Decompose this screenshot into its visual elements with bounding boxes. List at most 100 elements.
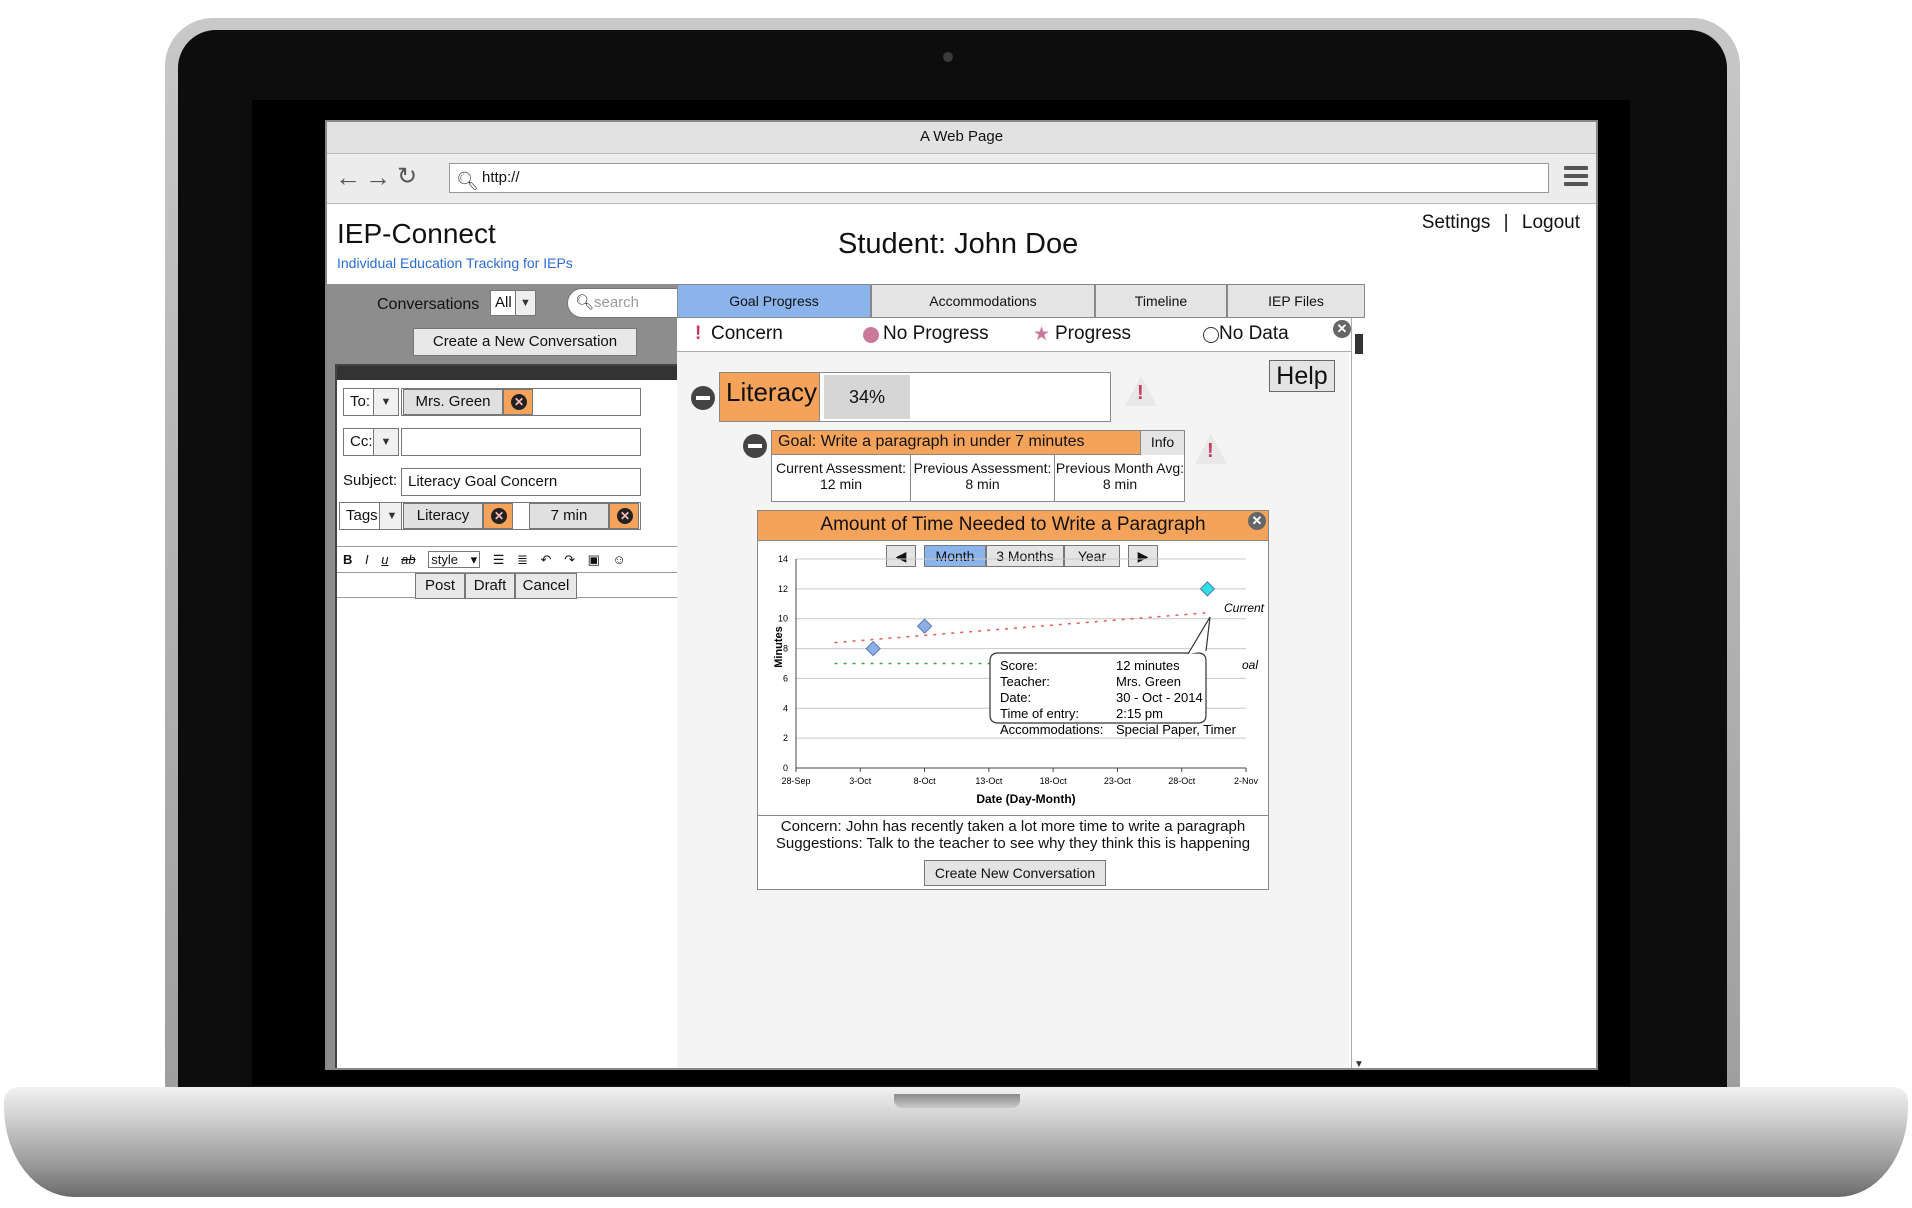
recipient-chip: Mrs. Green [403,389,503,415]
x-tick-label: 18-Oct [1040,776,1068,786]
search-icon: 🔍︎ [456,171,479,191]
post-button[interactable]: Post [415,573,465,599]
search-placeholder: search [594,294,640,311]
bold-button[interactable]: B [343,552,352,567]
address-bar[interactable]: 🔍︎ http:// [449,163,1549,193]
x-tick-label: 8-Oct [914,776,937,786]
tab-timeline[interactable]: Timeline [1095,284,1227,318]
area-name: Literacy [720,373,820,421]
previous-month-avg-label: Previous Month Avg: [1055,460,1185,476]
current-assessment-value: 12 min [819,476,863,492]
strikethrough-button[interactable]: ab [401,552,415,567]
redo-icon[interactable]: ↷ [564,552,575,567]
cancel-button[interactable]: Cancel [515,573,577,599]
suggestion-text: Suggestions: Talk to the teacher to see … [775,835,1251,852]
filter-value: All [495,294,512,311]
legend-concern: Concern [711,323,783,344]
no-data-icon [1203,327,1219,343]
back-arrow-icon[interactable]: ← [335,164,361,190]
scrollbar-thumb[interactable] [1355,334,1363,354]
y-tick-label: 6 [783,673,788,683]
to-label: To: [343,388,375,416]
image-icon[interactable]: ▣ [588,552,600,567]
cc-field[interactable] [401,428,641,456]
scroll-down-icon[interactable]: ▼ [1354,1059,1364,1068]
app-title: IEP-Connect [337,218,496,249]
window-title: A Web Page [327,122,1596,154]
remove-tag-button[interactable]: ✕ [483,503,513,529]
close-icon: ✕ [617,508,633,524]
x-tick-label: 2-Nov [1234,776,1259,786]
create-conversation-button[interactable]: Create a New Conversation [413,328,637,356]
app-subtitle: Individual Education Tracking for IEPs [337,255,573,271]
style-select[interactable]: style ▾ [428,551,481,568]
legend-no-data: No Data [1219,323,1289,344]
remove-tag-button[interactable]: ✕ [609,503,639,529]
hamburger-menu-icon[interactable] [1564,166,1588,190]
conversation-filter-select[interactable]: All ▼ [490,290,536,316]
tooltip-key: Accommodations: [1000,722,1103,737]
tooltip-key: Date: [1000,690,1031,705]
concern-icon: ! [695,323,702,344]
create-new-conversation-button[interactable]: Create New Conversation [924,860,1106,886]
chevron-down-icon[interactable]: ▼ [373,388,399,416]
link-separator: | [1503,212,1509,233]
chart-title: Amount of Time Needed to Write a Paragra… [758,511,1268,541]
main-tabs: Goal Progress Accommodations Timeline IE… [677,284,1365,318]
tags-label: Tags [339,502,381,530]
tab-iep-files[interactable]: IEP Files [1227,284,1365,318]
warning-icon: ! [1195,434,1227,464]
logout-link[interactable]: Logout [1522,212,1580,233]
tag-chip: Literacy [403,503,483,529]
y-tick-label: 10 [778,614,788,624]
collapse-icon[interactable] [691,386,715,410]
tab-goal-progress[interactable]: Goal Progress [677,284,871,318]
data-point-diamond [1199,581,1216,597]
close-icon[interactable]: ✕ [1248,512,1266,530]
remove-recipient-button[interactable]: ✕ [503,389,533,415]
goal-title: Goal: Write a paragraph in under 7 minut… [772,431,1184,455]
account-links: Settings | Logout [1418,212,1584,234]
chevron-down-icon[interactable]: ▼ [373,428,399,456]
x-tick-label: 13-Oct [975,776,1003,786]
area-progress-bar: 34% [824,375,910,419]
numbered-list-icon[interactable]: ≣ [517,552,528,567]
chart-notes: Concern: John has recently taken a lot m… [758,815,1268,891]
subject-field[interactable]: Literacy Goal Concern [401,468,641,496]
tab-accommodations[interactable]: Accommodations [871,284,1095,318]
cc-label: Cc: [343,428,375,456]
goal-progress-panel: ! Concern No Progress ★ Progress No Data… [677,318,1365,1068]
collapse-icon[interactable] [743,434,767,458]
underline-button[interactable]: u [381,552,388,567]
literacy-area-card: Literacy 34% [719,372,1111,422]
draft-button[interactable]: Draft [465,573,515,599]
legend-progress: Progress [1055,323,1132,344]
undo-icon[interactable]: ↶ [541,552,552,567]
previous-month-avg-value: 8 min [1102,476,1138,492]
bullet-list-icon[interactable]: ☰ [493,552,505,567]
italic-button[interactable]: I [365,552,369,567]
legend-no-progress: No Progress [883,323,989,344]
goal-area: Help Literacy 34% ! Goal: Write a paragr… [677,352,1349,1068]
y-tick-label: 14 [778,554,788,564]
close-icon[interactable]: ✕ [1333,320,1351,338]
tooltip-value: 12 minutes [1116,658,1180,673]
y-tick-label: 0 [783,763,788,773]
point-tooltip: Score: 12 minutes Teacher: Mrs. Green Date: 3… [989,616,1237,737]
help-button[interactable]: Help [1269,360,1335,392]
content-scrollbar[interactable]: ▼ [1351,318,1365,1068]
concern-text: Concern: John has recently taken a lot m… [780,818,1246,835]
trend-line [834,611,1208,644]
info-button[interactable]: Info [1140,431,1184,455]
x-tick-label: 3-Oct [849,776,872,786]
forward-arrow-icon[interactable]: → [365,164,391,190]
data-point-diamond [865,640,881,657]
emoji-icon[interactable]: ☺ [613,552,626,567]
y-tick-label: 12 [778,584,788,594]
goal-title-text: Goal: Write a paragraph in under 7 minut… [778,433,1085,450]
settings-link[interactable]: Settings [1422,212,1491,233]
chevron-down-icon[interactable]: ▼ [515,291,535,315]
search-icon: 🔍︎ [575,294,595,311]
warning-icon: ! [1125,376,1157,406]
reload-icon[interactable]: ↻ [397,164,417,190]
